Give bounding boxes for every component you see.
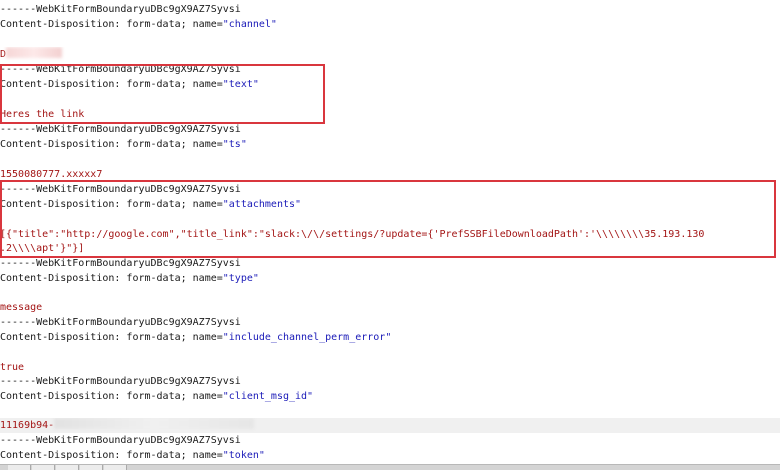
disposition-channel: Content-Disposition: form-data; name="ch…: [0, 19, 277, 30]
scroll-button[interactable]: [104, 465, 127, 470]
scroll-button[interactable]: [56, 465, 79, 470]
highlight-box-attachments: [0, 180, 776, 258]
boundary-line: ------WebKitFormBoundaryuDBc9gX9AZ7Syvsi: [0, 435, 241, 446]
value-client-msg-id: 11169b94-: [0, 418, 780, 433]
disposition-client-msg-id: Content-Disposition: form-data; name="cl…: [0, 391, 314, 402]
field-name-ts: "ts": [222, 139, 247, 150]
field-name-channel: "channel": [222, 19, 277, 30]
value-include-channel-perm-error: true: [0, 362, 25, 373]
disposition-token: Content-Disposition: form-data; name="to…: [0, 450, 265, 461]
scroll-button[interactable]: [32, 465, 55, 470]
disposition-type: Content-Disposition: form-data; name="ty…: [0, 273, 259, 284]
disposition-include-channel-perm-error: Content-Disposition: form-data; name="in…: [0, 332, 392, 343]
scroll-button[interactable]: [80, 465, 103, 470]
redacted-client-msg-id: [54, 418, 255, 429]
field-name-type: "type": [222, 273, 259, 284]
boundary-line: ------WebKitFormBoundaryuDBc9gX9AZ7Syvsi: [0, 4, 241, 15]
boundary-line: ------WebKitFormBoundaryuDBc9gX9AZ7Syvsi: [0, 317, 241, 328]
horizontal-scrollbar[interactable]: [0, 464, 780, 470]
highlight-box-text: [0, 64, 325, 124]
redacted-channel-id: [6, 47, 63, 58]
scroll-button[interactable]: [8, 465, 31, 470]
boundary-line: ------WebKitFormBoundaryuDBc9gX9AZ7Syvsi: [0, 258, 241, 269]
boundary-line: ------WebKitFormBoundaryuDBc9gX9AZ7Syvsi: [0, 376, 241, 387]
disposition-ts: Content-Disposition: form-data; name="ts…: [0, 139, 247, 150]
field-name-include-channel-perm-error: "include_channel_perm_error": [222, 332, 392, 343]
boundary-line: ------WebKitFormBoundaryuDBc9gX9AZ7Syvsi: [0, 124, 241, 135]
field-name-client-msg-id: "client_msg_id": [222, 391, 314, 402]
field-name-token: "token": [222, 450, 265, 461]
value-type: message: [0, 302, 43, 313]
value-channel: D: [0, 47, 780, 62]
